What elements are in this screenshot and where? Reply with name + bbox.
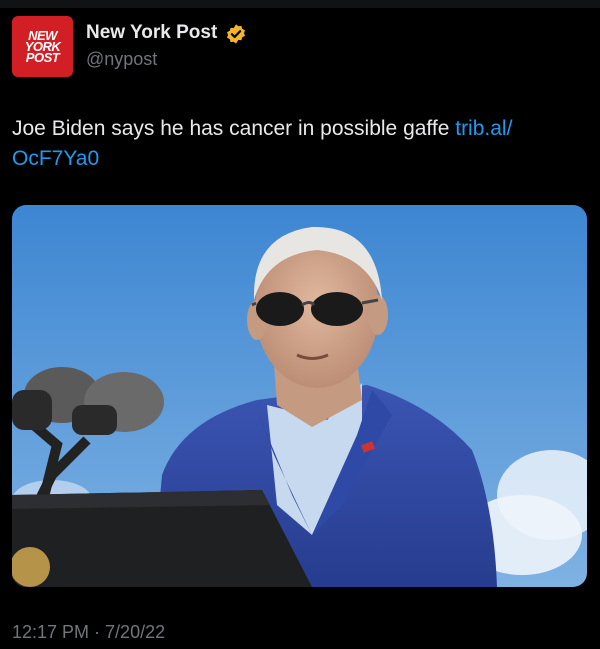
avatar-logo-text: NEW YORK POST [24, 28, 61, 65]
top-divider [0, 0, 600, 8]
verified-badge-icon [227, 24, 245, 44]
avatar[interactable]: NEW YORK POST [12, 16, 73, 77]
tweet-body-text: Joe Biden says he has cancer in possible… [12, 117, 456, 140]
tweet-photo[interactable] [12, 205, 587, 587]
tweet-timestamp[interactable]: 12:17 PM · 7/20/22 [12, 622, 165, 643]
account-name[interactable]: New York Post [86, 22, 217, 44]
tweet-link-part-2[interactable]: OcF7Ya0 [12, 147, 99, 170]
photo-illustration [12, 205, 587, 587]
tweet-text: Joe Biden says he has cancer in possible… [12, 114, 592, 174]
account-handle[interactable]: @nypost [86, 49, 157, 70]
tweet-link-part-1[interactable]: trib.al/ [455, 117, 512, 140]
